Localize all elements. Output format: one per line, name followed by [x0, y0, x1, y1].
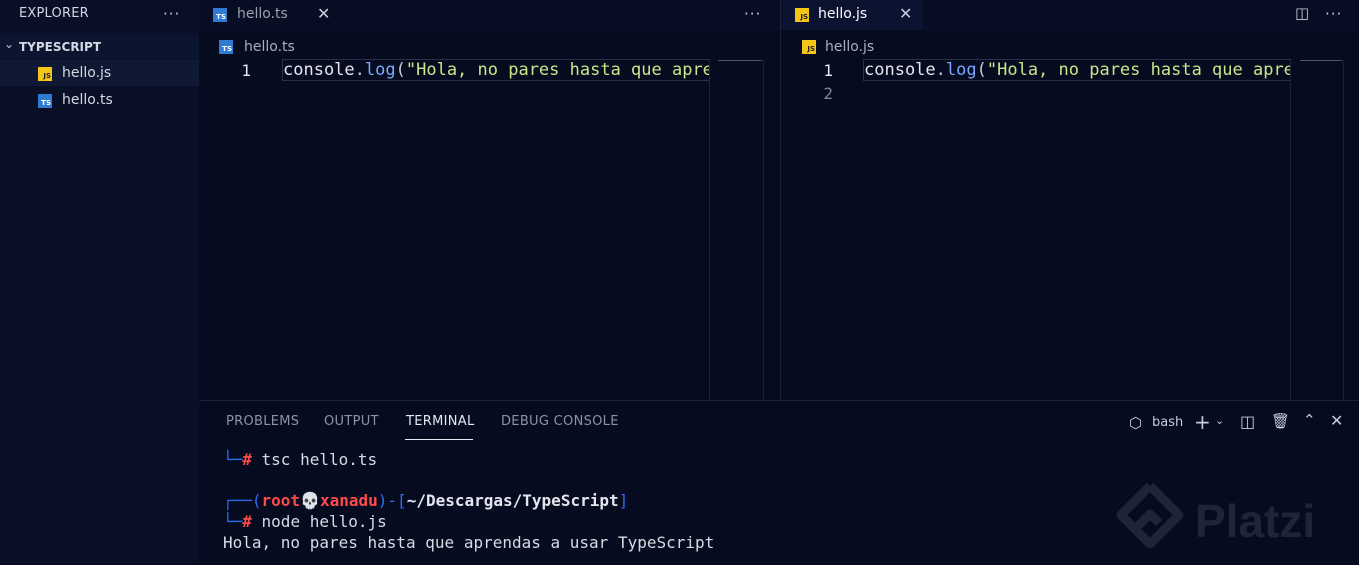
js-file-icon: JS — [795, 8, 809, 22]
breadcrumb-label: hello.js — [825, 39, 875, 55]
explorer-header: EXPLORER ··· — [0, 0, 199, 30]
code-token: ( — [976, 60, 987, 80]
code-token: ( — [395, 60, 406, 80]
chevron-down-icon[interactable]: ⌄ — [1215, 414, 1224, 427]
close-panel-icon[interactable]: ✕ — [1330, 411, 1343, 430]
code-line[interactable]: console.log("Hola, no pares hasta que ap… — [863, 59, 1291, 81]
explorer-more-actions-icon[interactable]: ··· — [163, 7, 180, 22]
editor-group-right: JS hello.js ✕ ◫ ··· JS hello.js 1 console… — [781, 0, 1359, 400]
command-text: tsc hello.ts — [251, 450, 378, 469]
code-token: "Hola, no pares hasta que apren — [405, 60, 709, 80]
scrollbar-track[interactable] — [1343, 60, 1344, 400]
platzi-watermark: Platzi — [1115, 482, 1355, 562]
code-token: console — [864, 60, 936, 80]
prompt-corner: └─ — [223, 512, 243, 531]
tab-bar: TS hello.ts ✕ ··· — [199, 0, 780, 30]
tab-label: hello.ts — [237, 6, 288, 22]
code-token: console — [283, 60, 355, 80]
editor-more-actions-icon[interactable]: ··· — [1325, 7, 1342, 22]
code-token: "Hola, no pares hasta que apren — [986, 60, 1290, 80]
skull-icon: 💀 — [300, 491, 320, 510]
terminal-output: Hola, no pares hasta que aprendas a usar… — [223, 533, 715, 552]
code-token: log — [945, 60, 977, 80]
js-file-icon: JS — [802, 40, 816, 54]
js-file-icon: JS — [38, 67, 52, 81]
file-label: hello.ts — [62, 92, 113, 108]
tab-bar: JS hello.js ✕ ◫ ··· — [781, 0, 1359, 30]
maximize-panel-icon[interactable]: ⌃ — [1303, 411, 1316, 429]
prompt-hash: # — [242, 450, 252, 469]
terminal-shell-icon: ⬡ — [1129, 414, 1143, 432]
breadcrumb-label: hello.ts — [244, 39, 295, 55]
prompt-bracket: ] — [618, 491, 629, 510]
tab-debug-console[interactable]: DEBUG CONSOLE — [501, 414, 619, 429]
watermark-text: Platzi — [1195, 495, 1316, 547]
prompt-hash: # — [242, 512, 252, 531]
editor-group-left: TS hello.ts ✕ ··· TS hello.ts 1 console.l… — [199, 0, 780, 400]
folder-label: TYPESCRIPT — [19, 40, 102, 54]
minimap-viewport[interactable] — [718, 60, 762, 61]
platzi-logo-icon — [1116, 482, 1184, 549]
ts-file-icon: TS — [219, 40, 233, 54]
code-token: log — [364, 60, 396, 80]
explorer-title: EXPLORER — [19, 6, 89, 21]
close-icon[interactable]: ✕ — [899, 4, 912, 23]
close-icon[interactable]: ✕ — [317, 4, 330, 23]
new-terminal-icon[interactable]: + — [1194, 410, 1211, 434]
tab-hello-js[interactable]: JS hello.js ✕ — [781, 0, 923, 30]
file-item-hello-js[interactable]: JS hello.js — [0, 60, 199, 86]
terminal-line-node: └─# node hello.js — [223, 512, 387, 531]
split-editor-icon[interactable]: ◫ — [1295, 4, 1309, 22]
tab-output[interactable]: OUTPUT — [324, 414, 379, 429]
prompt-separator: )-[ — [377, 491, 407, 510]
minimap-viewport[interactable] — [1300, 60, 1342, 61]
prompt-corner: └─ — [223, 450, 243, 469]
tab-problems[interactable]: PROBLEMS — [226, 414, 299, 429]
ts-file-icon: TS — [213, 8, 227, 22]
minimap-divider — [1290, 60, 1291, 400]
prompt-corner: ┌──( — [223, 491, 262, 510]
command-text: node hello.js — [251, 512, 387, 531]
code-line[interactable]: console.log("Hola, no pares hasta que ap… — [282, 59, 710, 81]
line-number: 2 — [823, 84, 833, 103]
shell-selector-label[interactable]: bash — [1152, 415, 1183, 430]
minimap-divider — [709, 60, 710, 400]
terminal-line-prompt: ┌──(root💀xanadu)-[~/Descargas/TypeScript… — [223, 491, 628, 510]
chevron-down-icon: ⌄ — [4, 37, 15, 51]
line-number: 1 — [823, 61, 833, 80]
code-token: . — [935, 60, 946, 80]
explorer-sidebar: EXPLORER ··· ⌄ TYPESCRIPT JS hello.js TS… — [0, 0, 199, 564]
line-number: 1 — [241, 61, 251, 80]
file-label: hello.js — [62, 65, 112, 81]
prompt-path: ~/Descargas/TypeScript — [406, 491, 619, 510]
scrollbar-track[interactable] — [763, 60, 764, 400]
tab-terminal[interactable]: TERMINAL — [406, 414, 475, 429]
file-item-hello-ts[interactable]: TS hello.ts — [0, 87, 199, 113]
trash-icon[interactable]: 🗑 — [1271, 412, 1290, 430]
active-tab-indicator — [405, 439, 473, 440]
code-token: . — [354, 60, 365, 80]
terminal-line-tsc: └─# tsc hello.ts — [223, 450, 377, 469]
prompt-host: xanadu — [319, 491, 378, 510]
tab-label: hello.js — [818, 6, 868, 22]
tab-hello-ts[interactable]: TS hello.ts ✕ — [199, 0, 341, 30]
ts-file-icon: TS — [38, 94, 52, 108]
folder-typescript[interactable]: ⌄ TYPESCRIPT — [0, 35, 199, 59]
prompt-user: root — [261, 491, 301, 510]
editor-more-actions-icon[interactable]: ··· — [744, 7, 761, 22]
split-terminal-icon[interactable]: ◫ — [1240, 412, 1255, 431]
